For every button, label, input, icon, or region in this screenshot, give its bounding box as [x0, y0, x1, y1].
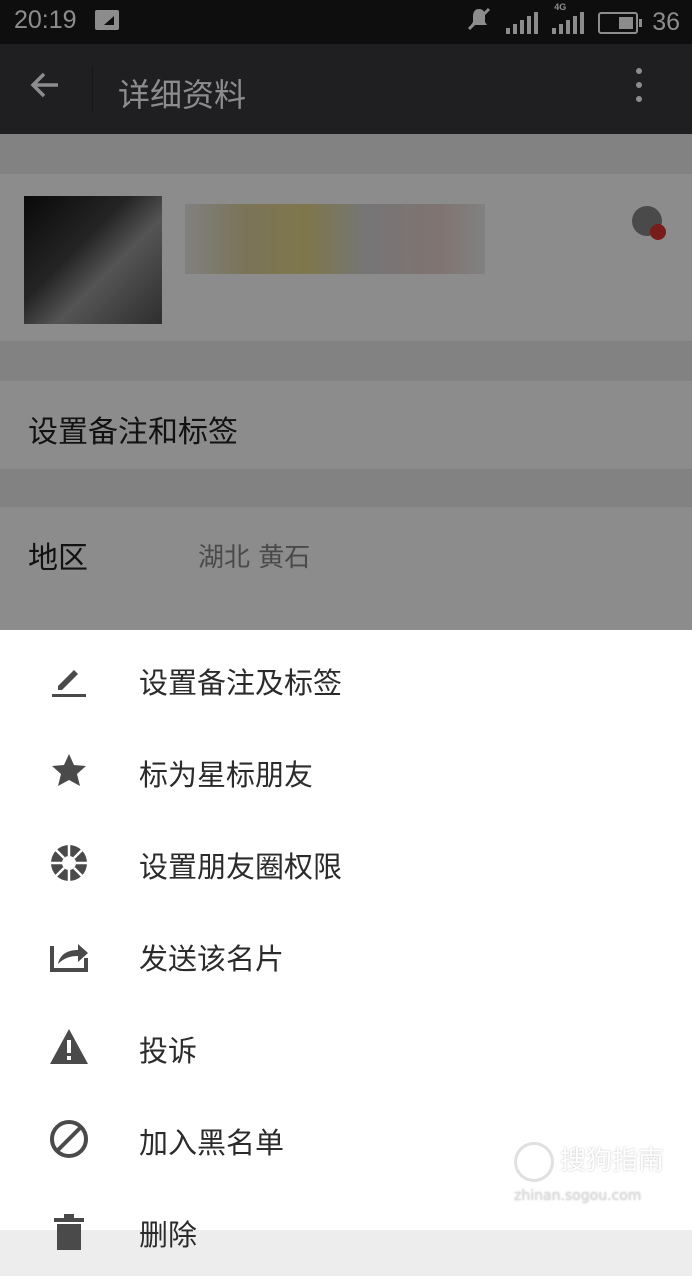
menu-label: 投诉 — [139, 1034, 198, 1068]
share-icon — [48, 934, 90, 976]
menu-label: 标为星标朋友 — [139, 758, 314, 792]
menu-item-send-card[interactable]: 发送该名片 — [0, 908, 692, 1000]
menu-label: 加入黑名单 — [139, 1126, 285, 1160]
sogou-logo-icon — [514, 1141, 554, 1182]
watermark-url: zhinan.sogou.com — [514, 1187, 642, 1204]
menu-label: 删除 — [139, 1218, 198, 1252]
warning-icon — [48, 1026, 90, 1068]
menu-label: 设置朋友圈权限 — [139, 850, 343, 884]
block-icon — [48, 1118, 90, 1160]
menu-item-set-remark[interactable]: 设置备注及标签 — [0, 632, 692, 724]
menu-label: 发送该名片 — [139, 942, 285, 976]
watermark-text: 搜狗指南 — [560, 1146, 665, 1176]
menu-item-moments-permission[interactable]: 设置朋友圈权限 — [0, 816, 692, 908]
menu-item-report[interactable]: 投诉 — [0, 1000, 692, 1092]
watermark: 搜狗指南 zhinan.sogou.com — [514, 1140, 664, 1204]
moments-icon — [48, 842, 90, 884]
menu-item-star-friend[interactable]: 标为星标朋友 — [0, 724, 692, 816]
trash-icon — [48, 1210, 90, 1252]
pencil-icon — [48, 658, 90, 700]
star-icon — [48, 750, 90, 792]
menu-label: 设置备注及标签 — [139, 666, 343, 700]
dim-overlay[interactable] — [0, 0, 692, 630]
